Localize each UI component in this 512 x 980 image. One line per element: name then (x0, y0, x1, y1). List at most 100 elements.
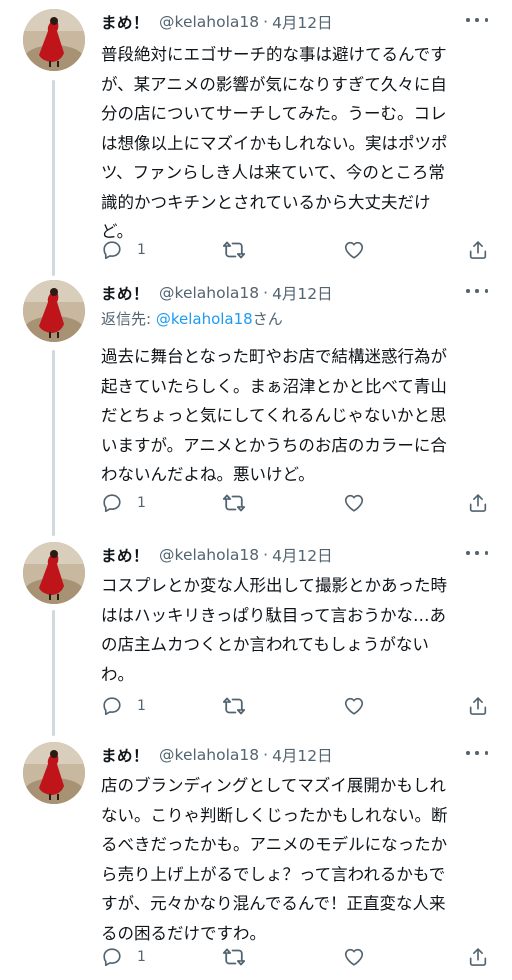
user-handle[interactable]: @kelahola18 (159, 746, 259, 764)
reply-context: 返信先: @kelahola18さん (101, 308, 283, 329)
separator: · (263, 13, 269, 31)
avatar-image (23, 280, 85, 342)
share-button[interactable] (467, 694, 489, 718)
tweet[interactable]: まめ！ @kelahola18 · 4月12日 普段絶対にエゴサーチ的な事は避け… (0, 0, 512, 268)
tweet-header: まめ！ @kelahola18 · 4月12日 (101, 544, 492, 566)
tweet-header: まめ！ @kelahola18 · 4月12日 (101, 744, 492, 766)
retweet-icon (222, 697, 246, 715)
reply-button[interactable]: 1 (101, 238, 146, 262)
avatar[interactable] (23, 9, 85, 71)
reply-mention-link[interactable]: @kelahola18 (156, 310, 253, 328)
tweet-text-line: の店主ムカつくとか言われてもしょうがない (101, 635, 429, 654)
tweet-date[interactable]: 4月12日 (272, 544, 333, 566)
reply-suffix: さん (252, 310, 283, 328)
user-handle[interactable]: @kelahola18 (159, 546, 259, 564)
avatar[interactable] (23, 280, 85, 342)
reply-icon (103, 697, 121, 716)
tweet-actions: 1 (101, 694, 494, 718)
avatar[interactable] (23, 742, 85, 804)
reply-count: 1 (137, 698, 146, 714)
like-button[interactable] (343, 238, 365, 262)
tweet-text: コスプレとか変な人形出して撮影とかあった時 ははハッキリきっぱり駄目って言おうか… (101, 571, 481, 689)
tweet-actions: 1 (101, 238, 494, 262)
retweet-button[interactable] (222, 694, 246, 718)
tweet[interactable]: まめ！ @kelahola18 · 4月12日 返信先: @kelahola18… (0, 271, 512, 533)
tweet-actions: 1 (101, 945, 494, 969)
tweet-text-line: わ。 (101, 664, 134, 684)
share-icon (469, 494, 487, 512)
tweet-text-line: 普段絶対にエゴサーチ的な事は避けてるんです (101, 45, 447, 64)
tweet-text-line: 過去に舞台となった町やお店で結構迷惑行為が (101, 347, 448, 366)
share-button[interactable] (467, 491, 489, 515)
avatar-image (23, 542, 85, 604)
share-icon (469, 697, 487, 715)
tweet-text-line: ツ、ファンらしき人は来ていて、今のところ常 (101, 163, 445, 182)
tweet-text: 店のブランディングとしてマズイ展開かもしれ ない。こりゃ判断しくじったかもしれな… (101, 771, 481, 948)
reply-count: 1 (137, 495, 146, 511)
tweet-text-line: ない。こりゃ判断しくじったかもしれない。断 (101, 805, 448, 825)
separator: · (263, 284, 269, 302)
more-icon[interactable] (466, 745, 488, 761)
reply-icon (103, 241, 121, 260)
reply-button[interactable]: 1 (101, 491, 146, 515)
display-name[interactable]: まめ！ (101, 544, 149, 566)
reply-icon (103, 494, 121, 513)
tweet-text-line: すが、元々かなり混んでるんで！正直変な人来 (101, 894, 446, 913)
like-icon (344, 948, 364, 966)
more-icon[interactable] (466, 545, 488, 561)
tweet-text-line: わないんだよね。悪いけど。 (101, 465, 315, 484)
tweet-date[interactable]: 4月12日 (272, 744, 333, 766)
like-button[interactable] (343, 694, 365, 718)
reply-count: 1 (137, 949, 146, 965)
reply-icon (103, 948, 121, 967)
user-handle[interactable]: @kelahola18 (159, 13, 259, 31)
avatar-image (23, 742, 85, 804)
like-icon (344, 697, 364, 715)
tweet-text-line: 識的かつキチンとされているから大丈夫だけ (101, 192, 431, 212)
tweet-header: まめ！ @kelahola18 · 4月12日 (101, 11, 492, 33)
share-button[interactable] (467, 238, 489, 262)
tweet-text: 過去に舞台となった町やお店で結構迷惑行為が 起きていたらしく。まぁ沼津とかと比べ… (101, 342, 481, 490)
tweet-text-line: ははハッキリきっぱり駄目って言おうかな…あ (101, 605, 447, 625)
share-icon (469, 948, 487, 966)
avatar-image (23, 9, 85, 71)
separator: · (263, 546, 269, 564)
share-icon (469, 241, 487, 259)
retweet-button[interactable] (222, 491, 246, 515)
like-icon (344, 241, 364, 259)
tweet-date[interactable]: 4月12日 (272, 11, 333, 33)
tweet-actions: 1 (101, 491, 494, 515)
share-button[interactable] (467, 945, 489, 969)
tweet-text-line: いますが。アニメとかうちのお店のカラーに合 (101, 435, 447, 455)
user-handle[interactable]: @kelahola18 (159, 284, 259, 302)
retweet-button[interactable] (222, 945, 246, 969)
tweet-text-line: は想像以上にマズイかもしれない。実はポツポ (101, 133, 448, 153)
tweet-text-line: ら売り上げ上がるでしょ？って言われるかもで (101, 864, 446, 884)
tweet-text-line: コスプレとか変な人形出して撮影とかあった時 (101, 576, 448, 595)
like-icon (344, 494, 364, 512)
tweet-text-line: 起きていたらしく。まぁ沼津とかと比べて青山 (101, 376, 447, 396)
tweet-date[interactable]: 4月12日 (272, 282, 333, 304)
reply-count: 1 (137, 242, 146, 258)
tweet-text-line: が、某アニメの影響が気になりすぎて久々に自 (101, 74, 447, 94)
retweet-button[interactable] (222, 238, 246, 262)
reply-prefix: 返信先: (101, 310, 156, 328)
separator: · (263, 746, 269, 764)
display-name[interactable]: まめ！ (101, 11, 149, 33)
tweet-text-line: 分の店についてサーチしてみた。うーむ。コレ (101, 104, 447, 123)
display-name[interactable]: まめ！ (101, 282, 149, 304)
like-button[interactable] (343, 945, 365, 969)
tweet[interactable]: まめ！ @kelahola18 · 4月12日 店のブランディングとしてマズイ展… (0, 733, 512, 980)
reply-button[interactable]: 1 (101, 945, 146, 969)
like-button[interactable] (343, 491, 365, 515)
tweet-text: 普段絶対にエゴサーチ的な事は避けてるんです が、某アニメの影響が気になりすぎて久… (101, 40, 481, 247)
avatar[interactable] (23, 542, 85, 604)
more-icon[interactable] (466, 283, 488, 299)
tweet[interactable]: まめ！ @kelahola18 · 4月12日 コスプレとか変な人形出して撮影と… (0, 533, 512, 733)
tweet-text-line: だとちょっと気にしてくれるんじゃないかと思 (101, 406, 447, 425)
more-icon[interactable] (466, 12, 488, 28)
retweet-icon (222, 241, 246, 259)
reply-button[interactable]: 1 (101, 694, 146, 718)
display-name[interactable]: まめ！ (101, 744, 149, 766)
tweet-text-line: るの困るだけですわ。 (101, 923, 266, 943)
